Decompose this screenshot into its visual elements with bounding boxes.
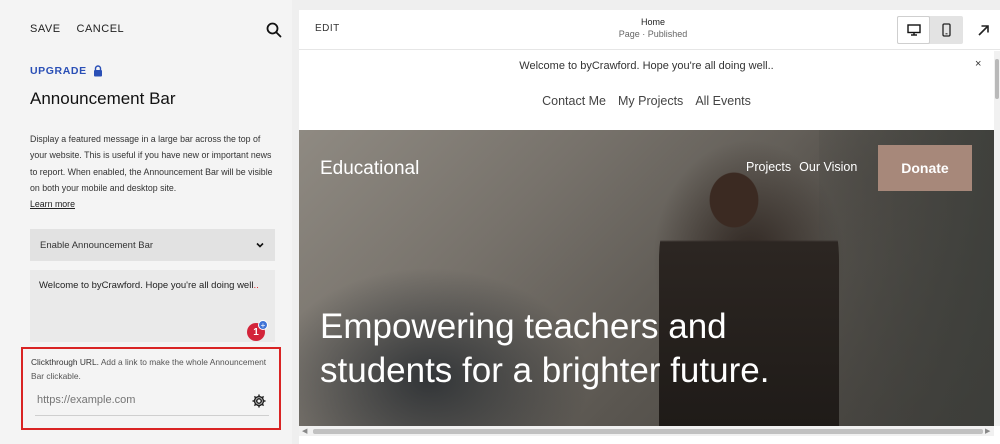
- clickthrough-url-section: Clickthrough URL. Add a link to make the…: [21, 347, 281, 430]
- clickthrough-title: Clickthrough URL.: [31, 357, 99, 367]
- description-text: Display a featured message in a large ba…: [30, 134, 273, 193]
- chevron-down-icon: [256, 242, 264, 248]
- hero-link-projects[interactable]: Projects: [746, 160, 791, 174]
- panel-description: Display a featured message in a large ba…: [30, 131, 275, 212]
- announcement-text-value: Welcome to byCrawford. Hope you're all d…: [39, 280, 254, 291]
- vertical-scrollbar[interactable]: [994, 51, 1000, 426]
- preview-toolbar: EDIT Home Page · Published: [299, 10, 1000, 50]
- announcement-text-field[interactable]: Welcome to byCrawford. Hope you're all d…: [30, 270, 275, 342]
- desktop-view-button[interactable]: [897, 16, 930, 44]
- close-icon[interactable]: ×: [975, 58, 981, 70]
- scroll-left-icon[interactable]: ◀: [302, 427, 307, 435]
- mobile-icon: [942, 23, 951, 37]
- upgrade-label: UPGRADE: [30, 65, 87, 77]
- nav-item-events[interactable]: All Events: [695, 94, 751, 108]
- panel-title: Announcement Bar: [30, 89, 176, 108]
- plus-icon: +: [258, 320, 268, 330]
- edit-button[interactable]: EDIT: [315, 23, 340, 34]
- enable-announcement-select[interactable]: Enable Announcement Bar: [30, 229, 275, 261]
- site-navigation: Contact Me My Projects All Events: [299, 94, 994, 108]
- announcement-text: Welcome to byCrawford. Hope you're all d…: [519, 60, 774, 72]
- hero-section: Educational Projects Our Vision Donate E…: [299, 130, 994, 426]
- upgrade-link[interactable]: UPGRADE: [30, 65, 103, 77]
- lock-icon: [93, 65, 102, 77]
- save-button[interactable]: SAVE: [30, 23, 61, 35]
- desktop-icon: [906, 24, 921, 36]
- device-toggle: [897, 16, 963, 44]
- editor-toolbar: SAVE CANCEL: [30, 23, 124, 35]
- cancel-button[interactable]: CANCEL: [77, 23, 125, 35]
- expand-icon[interactable]: [977, 24, 990, 37]
- site-brand[interactable]: Educational: [320, 158, 419, 180]
- horizontal-scrollbar[interactable]: ◀ ▶: [299, 426, 994, 436]
- hero-headline: Empowering teachers and students for a b…: [320, 307, 770, 390]
- select-value: Enable Announcement Bar: [40, 239, 154, 251]
- announcement-bar[interactable]: Welcome to byCrawford. Hope you're all d…: [299, 51, 994, 81]
- spellcheck-mark: ..: [253, 280, 259, 291]
- scroll-right-icon[interactable]: ▶: [985, 427, 990, 435]
- nav-item-projects[interactable]: My Projects: [618, 94, 683, 108]
- gear-icon[interactable]: [251, 393, 267, 409]
- page-status: Page · Published: [618, 29, 688, 39]
- clickthrough-label: Clickthrough URL. Add a link to make the…: [31, 355, 277, 383]
- site-preview: EDIT Home Page · Published Welcome to by…: [299, 10, 1000, 444]
- page-info: Home Page · Published: [603, 16, 703, 40]
- donate-button[interactable]: Donate: [878, 145, 972, 191]
- mobile-view-button[interactable]: [930, 16, 963, 44]
- hero-link-vision[interactable]: Our Vision: [799, 160, 857, 174]
- page-name: Home: [640, 17, 665, 27]
- scrollbar-thumb[interactable]: [313, 429, 983, 434]
- nav-item-contact[interactable]: Contact Me: [542, 94, 606, 108]
- clickthrough-url-input[interactable]: [37, 394, 237, 406]
- scrollbar-thumb[interactable]: [995, 59, 999, 99]
- search-icon[interactable]: [266, 22, 282, 38]
- hero-nav: Projects Our Vision: [746, 160, 857, 174]
- input-underline: [35, 415, 269, 416]
- learn-more-link[interactable]: Learn more: [30, 199, 75, 209]
- editor-panel: SAVE CANCEL UPGRADE Announcement Bar Dis…: [0, 0, 292, 444]
